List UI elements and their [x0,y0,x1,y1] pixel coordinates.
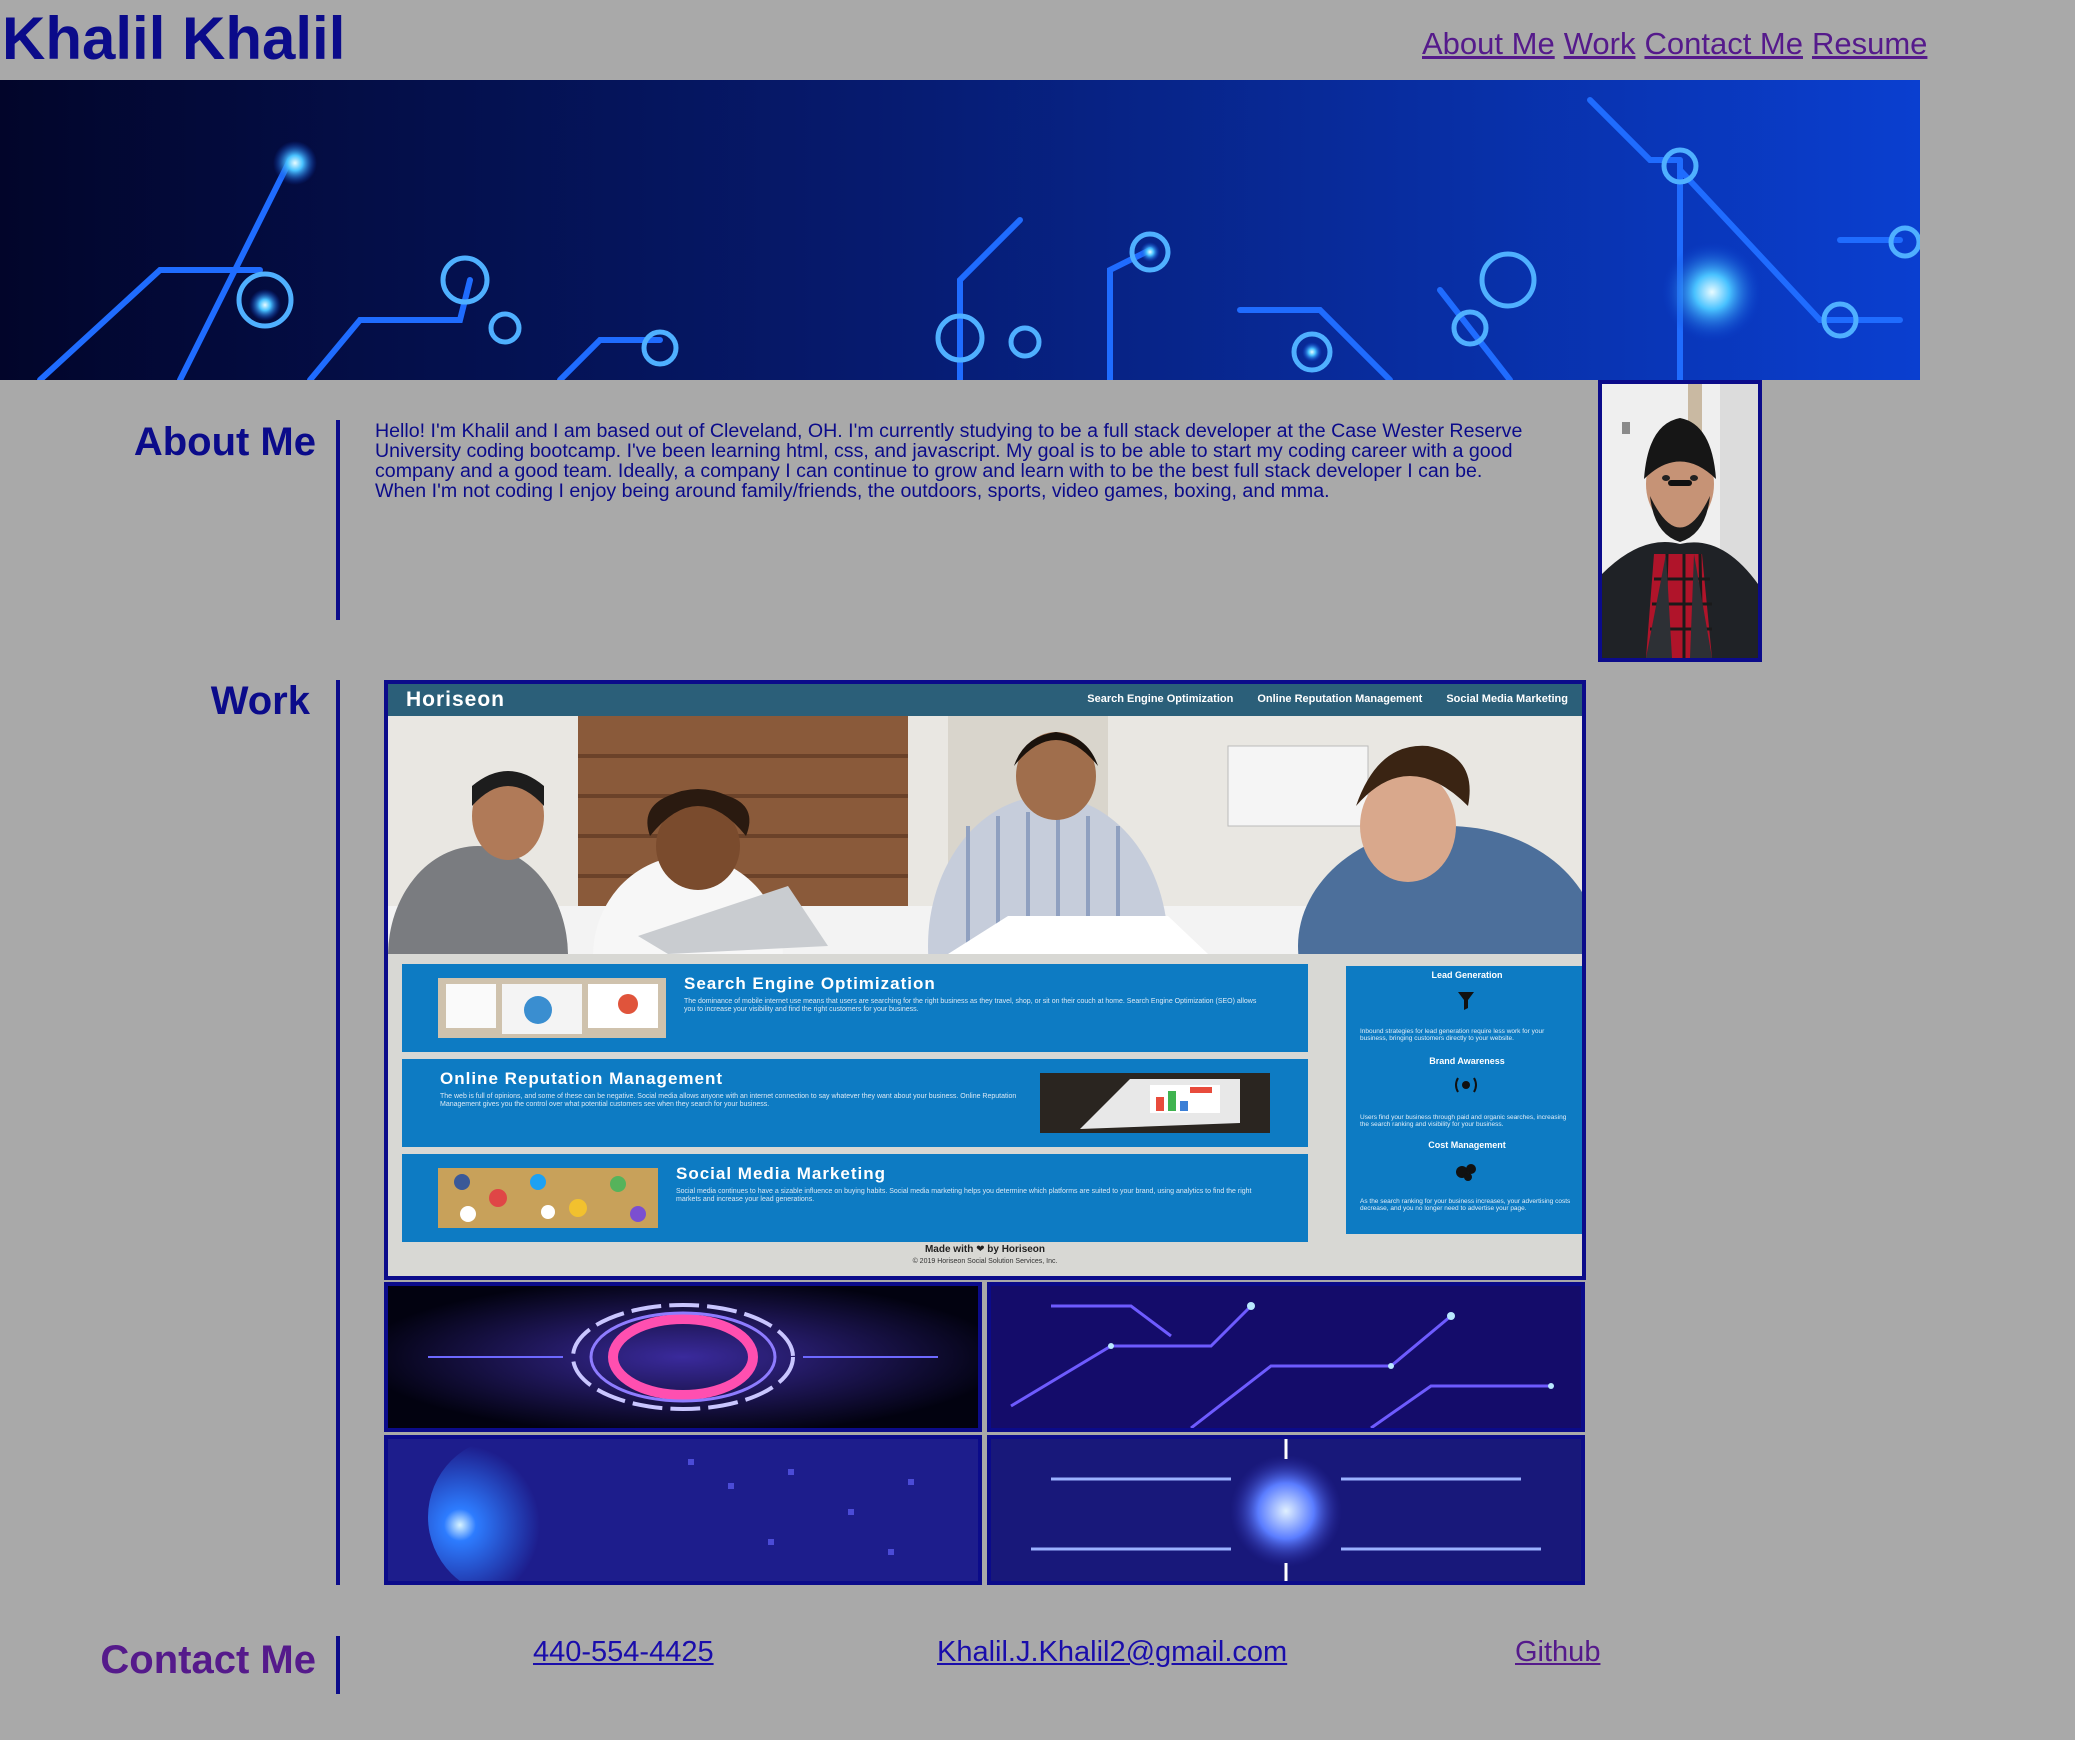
smm-card-text: Social media continues to have a sizable… [676,1188,1252,1203]
horiseon-card-smm: Social Media Marketing Social media cont… [402,1154,1308,1242]
horiseon-nav-item: Online Reputation Management [1257,693,1423,705]
horiseon-nav: Search Engine Optimization Online Reputa… [1087,693,1568,705]
lead-generation-title: Lead Generation [1431,970,1503,980]
horiseon-header: Horiseon Search Engine Optimization Onli… [388,684,1582,716]
horiseon-benefits-sidebar: Lead Generation Inbound strategies for l… [1346,966,1582,1234]
seo-card-text: The dominance of mobile internet use mea… [684,998,1257,1013]
horiseon-card-seo: Search Engine Optimization The dominance… [402,964,1308,1052]
contact-divider [336,1636,340,1694]
profile-photo [1598,380,1762,662]
lead-generation-icon [1458,992,1474,1010]
about-me-heading: About Me [133,420,316,464]
nav-link-resume[interactable]: Resume [1812,24,1927,64]
horiseon-footer-made: Made with ❤ by Horiseon [924,1244,1046,1255]
brand-awareness-text: Users find your business through paid an… [1360,1114,1567,1128]
project-tile-1[interactable] [384,1282,982,1432]
about-divider [336,420,340,620]
email-link[interactable]: Khalil.J.Khalil2@gmail.com [937,1634,1287,1670]
orm-card-image [1040,1073,1270,1133]
nav-link-about-me[interactable]: About Me [1422,24,1555,64]
project-horiseon-screenshot[interactable]: Horiseon Search Engine Optimization Onli… [384,680,1586,1280]
nav-link-contact-me[interactable]: Contact Me [1644,24,1803,64]
phone-link[interactable]: 440-554-4425 [533,1634,714,1670]
horiseon-card-orm: Online Reputation Management The web is … [402,1059,1308,1147]
github-link[interactable]: Github [1515,1634,1600,1670]
project-tile-2[interactable] [987,1282,1585,1432]
project-tile-4[interactable] [987,1435,1585,1585]
cost-management-title: Cost Management [1428,1140,1506,1150]
smm-card-image [438,1168,658,1228]
contact-me-heading: Contact Me [100,1638,316,1682]
seo-card-title: Search Engine Optimization [684,974,936,993]
work-heading: Work [210,679,310,723]
seo-card-image [438,978,666,1038]
horiseon-footer-copyright: © 2019 Horiseon Social Solution Services… [912,1258,1058,1265]
project-tile-3[interactable] [384,1435,982,1585]
site-title: Khalil Khalil [2,5,346,72]
orm-card-title: Online Reputation Management [440,1069,724,1088]
horiseon-brand: Horiseon [406,688,506,711]
brand-awareness-title: Brand Awareness [1429,1056,1505,1066]
horiseon-nav-item: Social Media Marketing [1446,693,1568,705]
lead-generation-text: Inbound strategies for lead generation r… [1360,1028,1545,1042]
smm-card-title: Social Media Marketing [676,1164,886,1183]
top-nav: About Me Work Contact Me Resume [1422,24,1927,64]
about-bio: Hello! I'm Khalil and I am based out of … [375,420,1523,502]
brand-awareness-icon [1455,1077,1477,1093]
horiseon-hero-photo [388,716,1582,954]
horiseon-nav-item: Search Engine Optimization [1087,693,1234,705]
hero-banner-image [0,80,1920,380]
cost-management-icon [1456,1164,1476,1181]
orm-card-text: The web is full of opinions, and some of… [440,1093,1017,1108]
nav-link-work[interactable]: Work [1564,24,1636,64]
cost-management-text: As the search ranking for your business … [1360,1198,1571,1212]
work-divider [336,680,340,1585]
